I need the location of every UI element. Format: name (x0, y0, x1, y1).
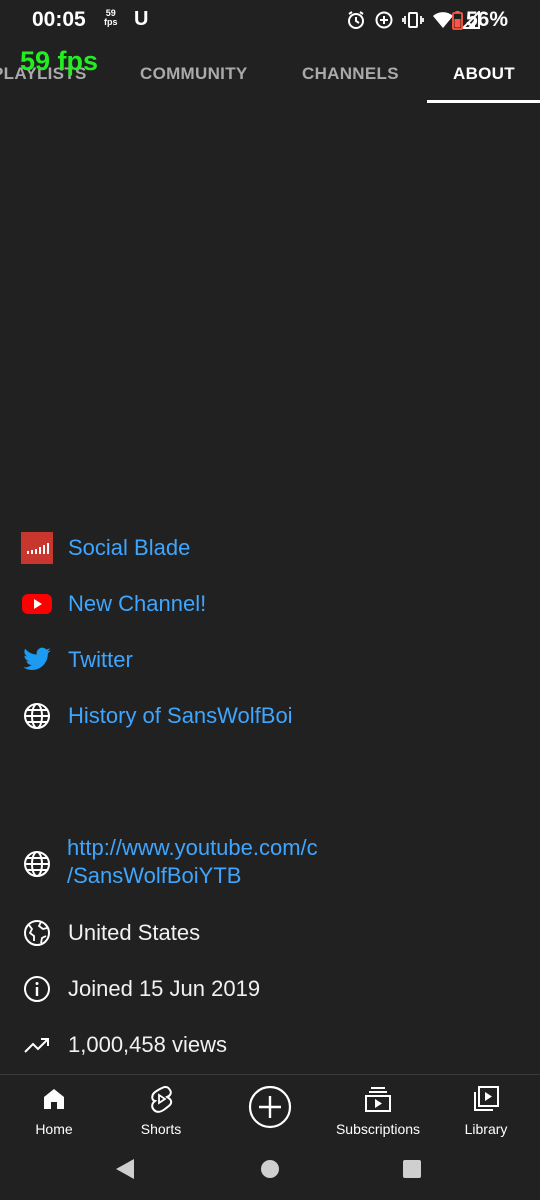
status-app-icon: U (134, 8, 149, 30)
alarm-icon (348, 11, 364, 29)
back-icon[interactable] (114, 1158, 136, 1180)
channel-url-line1: http://www.youtube.com/c (67, 835, 318, 860)
twitter-icon (21, 644, 53, 676)
channel-url-row[interactable]: http://www.youtube.com/c /SansWolfBoiYTB (0, 834, 540, 892)
info-icon (21, 973, 53, 1005)
battery-percent: 56% (465, 8, 508, 31)
earth-icon (21, 917, 53, 949)
nav-subscriptions[interactable]: Subscriptions (333, 1083, 423, 1137)
status-fps-unit: fps (104, 17, 118, 27)
vibrate-icon (402, 12, 424, 28)
home-icon (24, 1083, 84, 1115)
trending-up-icon (21, 1029, 53, 1061)
link-label: Twitter (68, 647, 133, 672)
globe-icon (21, 700, 53, 732)
nav-label: Library (464, 1121, 508, 1137)
bottom-nav: Home Shorts Subscriptions Library (0, 1074, 540, 1143)
battery-icon (452, 11, 463, 30)
link-label: New Channel! (68, 591, 207, 616)
library-icon (456, 1083, 516, 1115)
nav-library[interactable]: Library (456, 1083, 516, 1137)
joined-row: Joined 15 Jun 2019 (0, 969, 540, 1009)
link-label: History of SansWolfBoi (68, 703, 293, 728)
country-row: United States (0, 913, 540, 953)
shorts-icon (131, 1083, 191, 1115)
data-saver-icon (375, 11, 393, 29)
nav-home[interactable]: Home (24, 1083, 84, 1137)
status-fps-indicator: 59 fps (104, 9, 118, 27)
joined-text: Joined 15 Jun 2019 (68, 976, 261, 1001)
nav-shorts[interactable]: Shorts (131, 1083, 191, 1137)
recents-icon[interactable] (402, 1159, 422, 1179)
tab-community[interactable]: COMMUNITY (140, 64, 248, 84)
link-label: Social Blade (68, 535, 191, 560)
system-navigation-bar (0, 1142, 540, 1200)
home-button-icon[interactable] (260, 1159, 280, 1179)
battery-status: 56% (452, 8, 508, 32)
wifi-icon (433, 12, 453, 28)
views-row: 1,000,458 views (0, 1025, 540, 1065)
tab-channels[interactable]: CHANNELS (302, 64, 399, 84)
create-icon (246, 1083, 294, 1131)
nav-label: Subscriptions (335, 1121, 421, 1137)
social-blade-icon (21, 532, 53, 564)
link-social-blade[interactable]: Social Blade (0, 528, 540, 568)
country-text: United States (68, 920, 201, 945)
channel-url-line2: /SansWolfBoiYTB (67, 863, 242, 888)
nav-create[interactable] (246, 1083, 294, 1131)
views-text: 1,000,458 views (68, 1032, 227, 1057)
status-time: 00:05 (32, 8, 86, 31)
subscriptions-icon (333, 1083, 423, 1115)
youtube-icon (21, 588, 53, 620)
link-history[interactable]: History of SansWolfBoi (0, 696, 540, 736)
globe-icon (21, 848, 53, 880)
tab-about[interactable]: ABOUT (453, 64, 515, 84)
status-bar: 00:05 59 fps U 56% (0, 0, 540, 44)
nav-label: Shorts (140, 1121, 182, 1137)
link-new-channel[interactable]: New Channel! (0, 584, 540, 624)
channel-url-link[interactable]: http://www.youtube.com/c /SansWolfBoiYTB (67, 834, 367, 890)
active-tab-indicator (427, 100, 540, 103)
link-twitter[interactable]: Twitter (0, 640, 540, 680)
nav-label: Home (35, 1121, 73, 1137)
fps-overlay: 59 fps (20, 46, 99, 76)
